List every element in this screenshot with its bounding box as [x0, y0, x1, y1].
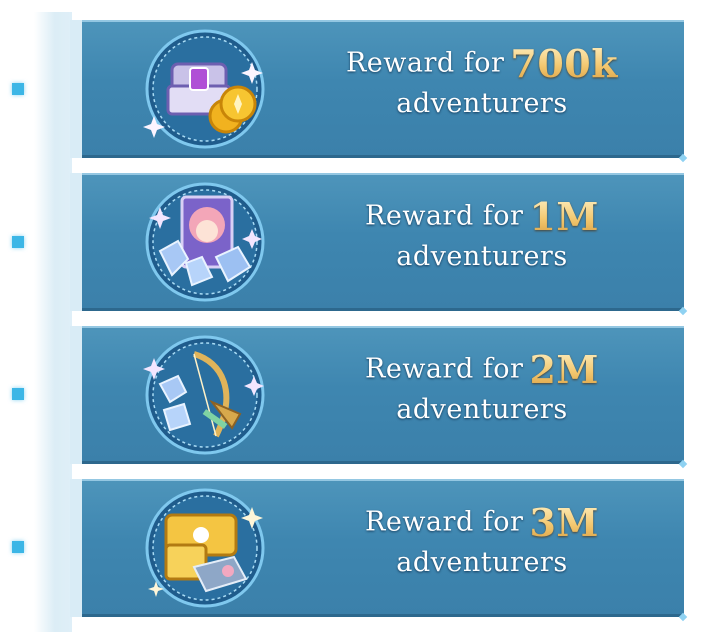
treasure-chest-coins-icon: [142, 26, 268, 152]
timeline-track: [34, 12, 72, 632]
reward-card-2m[interactable]: Reward for 2M adventurers: [70, 326, 684, 464]
reward-amount: 700k: [510, 40, 619, 86]
reward-label: Reward for: [365, 353, 524, 385]
reward-card-1m[interactable]: Reward for 1M adventurers: [70, 173, 684, 311]
reward-subtitle: adventurers: [396, 546, 568, 578]
reward-label: Reward for: [365, 506, 524, 538]
progress-timeline: [0, 0, 72, 643]
reward-card-700k[interactable]: Reward for 700k adventurers: [70, 20, 684, 158]
reward-amount: 2M: [529, 346, 599, 392]
reward-card-3m[interactable]: Reward for 3M adventurers: [70, 479, 684, 617]
golden-chest-furniture-icon: [142, 485, 268, 611]
reward-amount: 1M: [529, 193, 599, 239]
timeline-node-3: [12, 388, 24, 400]
reward-label: Reward for: [365, 200, 524, 232]
reward-label: Reward for: [345, 47, 505, 79]
timeline-node-4: [12, 541, 24, 553]
character-portrait-crystals-icon: [142, 179, 268, 305]
timeline-node-1: [12, 83, 24, 95]
timeline-node-2: [12, 236, 24, 248]
reward-subtitle: adventurers: [396, 87, 568, 119]
harp-bow-crystals-icon: [142, 332, 268, 458]
reward-subtitle: adventurers: [396, 393, 568, 425]
reward-subtitle: adventurers: [396, 240, 568, 272]
reward-amount: 3M: [529, 499, 599, 545]
